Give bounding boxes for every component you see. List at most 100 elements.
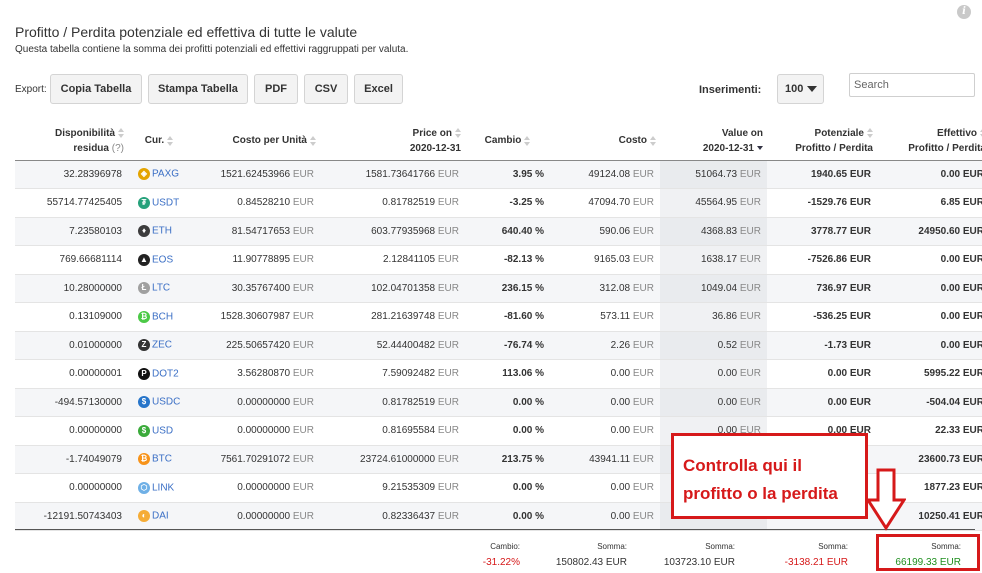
cell-change: 0.00 %	[465, 502, 550, 531]
cell-cost: 9165.03 EUR	[550, 245, 660, 275]
cell-availability: 769.66681114	[15, 245, 128, 275]
cell-currency: ♦ ETH	[128, 217, 190, 246]
col-currency[interactable]: Cur.	[128, 122, 190, 161]
help-mark[interactable]: (?)	[112, 143, 124, 154]
amount: 603.77935968	[371, 225, 436, 237]
amount: 7561.70291072	[220, 453, 291, 465]
currency-link[interactable]: LINK	[152, 482, 174, 493]
change-value: -82.13 %	[503, 254, 544, 266]
unit: EUR	[632, 339, 654, 351]
info-icon[interactable]: i	[957, 5, 971, 19]
change-value: 213.75 %	[501, 453, 544, 465]
unit: EUR	[437, 396, 459, 408]
col-cost-per-unit[interactable]: Costo per Unità	[190, 122, 320, 161]
effective-value: -504.04 EUR	[926, 396, 982, 408]
availability-value: 769.66681114	[59, 254, 122, 266]
amount: 7.59092482	[382, 368, 436, 380]
col-effective[interactable]: Effettivo Profitto / Perdita	[877, 122, 982, 161]
cell-cost-per-unit: 81.54717653 EUR	[190, 217, 320, 246]
amount: 43941.11	[589, 453, 631, 465]
entries-select[interactable]: 100	[777, 74, 824, 104]
availability-value: 32.28396978	[63, 168, 122, 180]
table-row: 32.28396978 ◈ PAXG 1521.62453966 EUR 1581.73…	[15, 160, 982, 189]
cell-currency: ₿ BCH	[128, 302, 190, 332]
currency-link[interactable]: DOT2	[152, 368, 179, 379]
col-cost[interactable]: Costo	[550, 122, 660, 161]
cell-value: 36.86 EUR	[660, 302, 767, 332]
cell-cost-per-unit: 0.00000000 EUR	[190, 388, 320, 417]
col-potential[interactable]: Potenziale Profitto / Perdita	[767, 122, 877, 161]
currency-link[interactable]: LTC	[152, 283, 170, 294]
cell-change: -76.74 %	[465, 331, 550, 360]
cell-cost-per-unit: 7561.70291072 EUR	[190, 445, 320, 474]
col-value-label: Value on	[721, 127, 763, 139]
cell-potential: 3778.77 EUR	[767, 217, 877, 246]
cell-potential: 1940.65 EUR	[767, 160, 877, 189]
potential-value: -536.25 EUR	[813, 311, 871, 323]
currency-link[interactable]: EOS	[152, 254, 173, 265]
col-potential-label: Potenziale	[814, 127, 864, 139]
amount: 0.84528210	[237, 197, 291, 209]
unit: EUR	[437, 254, 459, 266]
copy-table-button[interactable]: Copia Tabella	[50, 74, 142, 104]
amount: 0.00	[610, 510, 631, 522]
footer-change-value: -31.22%	[482, 557, 520, 568]
csv-button[interactable]: CSV	[304, 74, 348, 104]
col-availability[interactable]: Disponibilità residua (?)	[15, 122, 128, 161]
currency-link[interactable]: BCH	[152, 311, 173, 322]
amount: 0.00	[610, 368, 631, 380]
change-value: 236.15 %	[501, 282, 544, 294]
pdf-button[interactable]: PDF	[254, 74, 298, 104]
amount: 312.08	[599, 282, 631, 294]
cell-effective: 0.00 EUR	[877, 245, 982, 275]
cell-cost: 47094.70 EUR	[550, 188, 660, 218]
amount: 52.44400482	[376, 339, 436, 351]
currency-link[interactable]: PAXG	[152, 169, 179, 180]
col-potential-label2: Profitto / Perdita	[795, 142, 873, 154]
currency-link[interactable]: USDC	[152, 397, 180, 408]
unit: EUR	[632, 510, 654, 522]
col-change-label: Cambio	[484, 135, 522, 147]
amount: 0.00000000	[237, 425, 291, 437]
potential-value: 3778.77 EUR	[810, 225, 871, 237]
cell-currency: ₮ USDT	[128, 188, 190, 218]
potential-value: -7526.86 EUR	[807, 254, 871, 266]
potential-value: 0.00 EUR	[827, 396, 871, 408]
export-label: Export:	[15, 84, 47, 95]
col-value[interactable]: Value on 2020-12-31	[660, 122, 767, 161]
currency-link[interactable]: ZEC	[152, 340, 172, 351]
unit: EUR	[632, 425, 654, 437]
cell-availability: 0.00000000	[15, 473, 128, 503]
cell-effective: 6.85 EUR	[877, 188, 982, 218]
cell-availability: 32.28396978	[15, 160, 128, 189]
cell-value: 0.00 EUR	[660, 388, 767, 417]
cell-value: 1638.17 EUR	[660, 245, 767, 275]
amount: 49124.08	[588, 168, 631, 180]
currency-link[interactable]: BTC	[152, 454, 172, 465]
excel-button[interactable]: Excel	[354, 74, 403, 104]
availability-value: 55714.77425405	[46, 197, 122, 209]
sort-icon	[650, 135, 656, 146]
cell-availability: 0.13109000	[15, 302, 128, 332]
cell-availability: 7.23580103	[15, 217, 128, 246]
currency-link[interactable]: DAI	[152, 511, 169, 522]
search-input[interactable]	[849, 73, 975, 97]
currency-link[interactable]: USDT	[152, 197, 179, 208]
cell-currency: $ USDC	[128, 388, 190, 417]
caret-down-icon	[807, 86, 817, 92]
cell-availability: 55714.77425405	[15, 188, 128, 218]
col-change[interactable]: Cambio	[465, 122, 550, 161]
eth-icon: ♦	[138, 225, 150, 238]
unit: EUR	[632, 282, 654, 294]
print-table-button[interactable]: Stampa Tabella	[148, 74, 248, 104]
cell-potential: 0.00 EUR	[767, 359, 877, 389]
currency-link[interactable]: ETH	[152, 226, 172, 237]
potential-value: 1940.65 EUR	[810, 168, 871, 180]
unit: EUR	[632, 254, 654, 266]
cell-change: 0.00 %	[465, 388, 550, 417]
cell-effective: -504.04 EUR	[877, 388, 982, 417]
cell-cost-per-unit: 0.00000000 EUR	[190, 473, 320, 503]
amount: 0.00	[610, 396, 631, 408]
currency-link[interactable]: USD	[152, 425, 173, 436]
col-price[interactable]: Price on 2020-12-31	[320, 122, 465, 161]
